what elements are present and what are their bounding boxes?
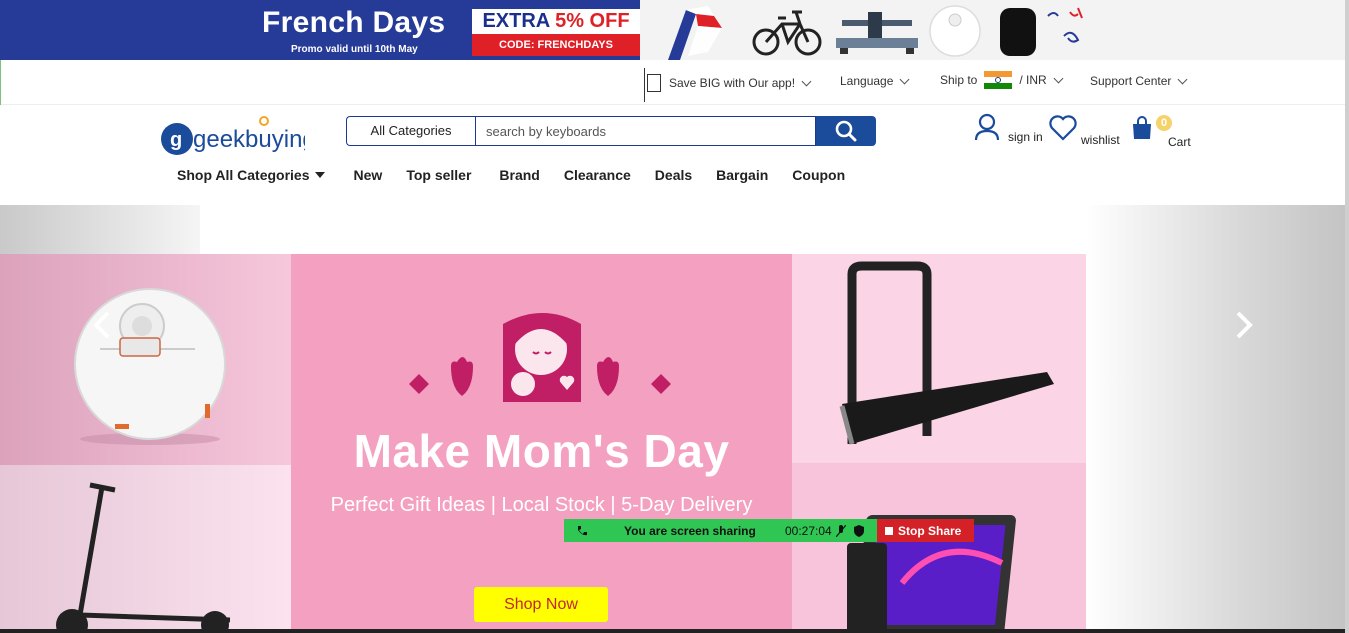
wishlist-link[interactable]: wishlist: [1049, 115, 1120, 147]
promo-offer-highlight: 5% OFF: [555, 10, 630, 32]
treadmill-image: [839, 261, 1054, 445]
nav-item-new[interactable]: New: [354, 167, 383, 183]
robot-vacuum-icon: [929, 5, 981, 57]
mini-laptop-image: [847, 515, 1016, 633]
site-logo[interactable]: g geekbuying: [160, 115, 305, 157]
ship-to-dropdown[interactable]: Ship to / INR: [940, 71, 1064, 89]
mic-icon[interactable]: [836, 524, 846, 537]
promo-offer: EXTRA 5% OFF: [472, 9, 640, 34]
carousel-right-fade: [1086, 205, 1345, 633]
phone-icon: [578, 525, 587, 535]
language-dropdown[interactable]: Language: [840, 74, 910, 88]
promo-tile-mini-laptop[interactable]: [792, 463, 1086, 633]
robot-vacuum-image: [74, 288, 226, 445]
nav-item-deals[interactable]: Deals: [655, 167, 692, 183]
utility-bar: Save BIG with Our app! Language Ship to …: [0, 60, 1345, 105]
promo-tile-robot-vacuum[interactable]: [0, 254, 291, 465]
ebike-icon: [752, 10, 822, 56]
shop-now-button[interactable]: Shop Now: [474, 587, 608, 622]
shield-icon[interactable]: [854, 524, 864, 537]
search-input[interactable]: [475, 116, 816, 146]
hero-carousel[interactable]: Make Mom's Day Perfect Gift Ideas | Loca…: [0, 205, 1345, 633]
screen-share-status: You are screen sharing 00:27:04: [564, 519, 877, 542]
promo-products-area: [640, 0, 1345, 60]
language-label: Language: [840, 74, 894, 88]
screen-share-toolbar: You are screen sharing 00:27:04 Stop Sha…: [564, 519, 974, 542]
chevron-down-icon: [1177, 74, 1188, 84]
stop-share-label: Stop Share: [898, 523, 962, 538]
svg-text:g: g: [170, 129, 182, 151]
mothers-day-illustration: [409, 313, 671, 402]
nav-item-brand[interactable]: Brand: [499, 167, 539, 183]
promo-tile-treadmill[interactable]: [792, 254, 1086, 463]
logo-text: geekbuying: [193, 126, 305, 153]
promo-tile-scooter[interactable]: [0, 465, 291, 633]
shop-all-categories-label: Shop All Categories: [177, 167, 310, 183]
banner-top-strip: [200, 205, 1086, 254]
sign-in-link[interactable]: sign in: [974, 113, 1043, 144]
nav-item-top-seller[interactable]: Top seller: [406, 167, 471, 183]
speaker-icon: [1000, 8, 1036, 56]
bottom-edge-bar: [0, 629, 1345, 633]
carousel-next-button[interactable]: [1228, 305, 1258, 345]
utility-divider: [644, 68, 645, 102]
category-select[interactable]: All Categories: [346, 116, 475, 146]
french-flag-ribbon-icon: [668, 6, 722, 60]
nav-item-coupon[interactable]: Coupon: [792, 167, 845, 183]
confetti-icon: [1047, 7, 1083, 43]
promo-offer-box: EXTRA 5% OFF CODE: FRENCHDAYS: [472, 9, 640, 56]
app-promo-label: Save BIG with Our app!: [669, 76, 796, 90]
promo-title: French Days: [262, 6, 446, 39]
sign-in-label: sign in: [1008, 130, 1043, 144]
stop-share-button[interactable]: Stop Share: [877, 519, 974, 542]
currency-label: / INR: [1019, 73, 1047, 87]
hero-main-slide[interactable]: Make Mom's Day Perfect Gift Ideas | Loca…: [291, 254, 792, 633]
search-icon: [835, 120, 857, 142]
search-button[interactable]: [816, 116, 876, 146]
stop-icon: [885, 526, 893, 535]
search-bar: All Categories: [346, 116, 876, 146]
promo-code: CODE: FRENCHDAYS: [472, 34, 640, 56]
banner-headline: Make Mom's Day: [353, 425, 730, 477]
promo-subtitle: Promo valid until 10th May: [291, 44, 418, 55]
wishlist-label: wishlist: [1081, 133, 1120, 147]
cart-link[interactable]: 0 Cart: [1130, 115, 1191, 149]
cart-label: Cart: [1168, 135, 1191, 149]
screen-share-timer: 00:27:04: [785, 523, 832, 538]
cart-count-badge: 0: [1156, 115, 1172, 131]
banner-tagline: Perfect Gift Ideas | Local Stock | 5-Day…: [330, 494, 753, 516]
nav-item-clearance[interactable]: Clearance: [564, 167, 631, 183]
support-center-label: Support Center: [1090, 74, 1172, 88]
scooter-image: [56, 482, 231, 633]
main-nav: Shop All Categories New Top seller Brand…: [177, 167, 845, 183]
page-scrollbar[interactable]: [1345, 0, 1349, 633]
shop-all-categories[interactable]: Shop All Categories: [177, 167, 325, 183]
ship-to-label: Ship to: [940, 73, 978, 87]
screen-share-label: You are screen sharing: [624, 523, 756, 538]
india-flag-icon: [984, 71, 1013, 89]
carousel-prev-button[interactable]: [88, 305, 118, 345]
chevron-down-icon: [1053, 73, 1064, 83]
user-icon: [974, 113, 1000, 141]
shopping-bag-icon: [1133, 116, 1151, 139]
chevron-down-icon: [801, 76, 812, 86]
nav-item-bargain[interactable]: Bargain: [716, 167, 768, 183]
chevron-down-icon: [899, 74, 910, 84]
support-center-dropdown[interactable]: Support Center: [1090, 74, 1188, 88]
promo-offer-prefix: EXTRA: [482, 10, 556, 32]
engraver-icon: [836, 12, 918, 54]
app-promo-link[interactable]: Save BIG with Our app!: [647, 74, 812, 92]
promo-banner[interactable]: French Days Promo valid until 10th May E…: [0, 0, 1345, 60]
phone-icon: [647, 74, 661, 92]
caret-down-icon: [314, 172, 325, 178]
site-header: g geekbuying All Categories sign in wish…: [0, 105, 1345, 205]
heart-icon: [1049, 115, 1077, 141]
